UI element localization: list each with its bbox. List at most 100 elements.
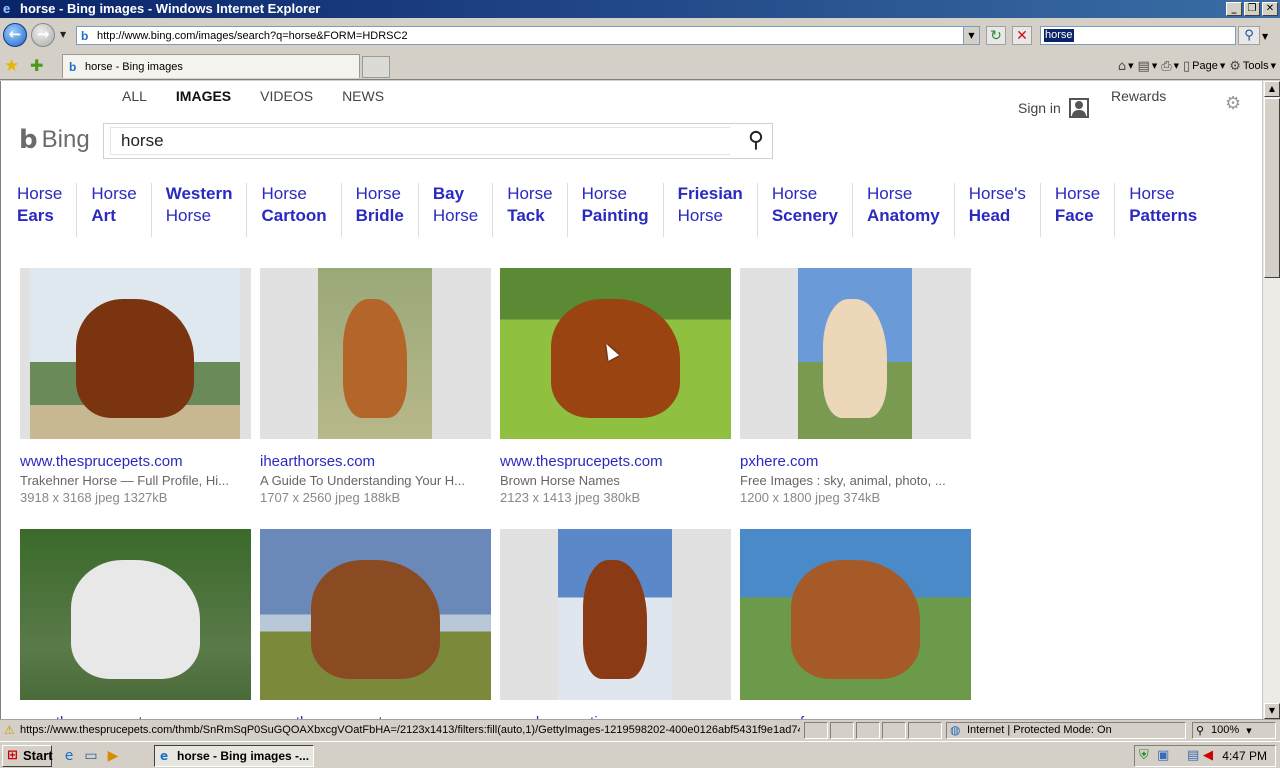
zoom-control[interactable]: ⚲ 100% ▼	[1192, 722, 1276, 739]
related-search-item[interactable]: Horse Art	[77, 183, 152, 237]
image-result-card[interactable]: pxhere.com Free Images : sky, animal, pho…	[740, 268, 971, 505]
scope-news[interactable]: NEWS	[342, 88, 384, 104]
related-search-item[interactable]: Horse Face	[1041, 183, 1116, 237]
result-site-link[interactable]: pxhere.com	[740, 453, 971, 470]
refresh-icon[interactable]: ↻	[986, 26, 1006, 45]
sign-in-link[interactable]: Sign in	[1018, 98, 1089, 118]
image-thumbnail[interactable]	[740, 268, 971, 439]
minimize-button[interactable]: _	[1226, 2, 1242, 16]
related-search-item[interactable]: Horse Anatomy	[853, 183, 955, 237]
tray-security-icon[interactable]: ⛨	[1139, 748, 1149, 763]
bing-logo[interactable]: b Bing	[19, 125, 90, 155]
media-quicklaunch-icon[interactable]: ▶	[104, 747, 122, 765]
result-site-link[interactable]: ihearthorses.com	[260, 453, 491, 470]
related-search-top: Horse	[771, 184, 818, 203]
related-search-top: Horse	[91, 184, 137, 203]
related-search-item[interactable]: Horse's Head	[955, 183, 1041, 237]
tray-display-icon[interactable]: ▤	[1187, 748, 1199, 763]
security-zone[interactable]: ◍ Internet | Protected Mode: On	[946, 722, 1186, 739]
taskbar-item-label: horse - Bing images -...	[177, 749, 310, 763]
rewards-link[interactable]: Rewards	[1111, 88, 1166, 104]
home-button[interactable]: ⌂ ▼	[1118, 59, 1134, 74]
new-tab-button[interactable]	[362, 56, 390, 78]
result-site-link[interactable]: www.thesprucepets.com	[500, 453, 731, 470]
related-search-item[interactable]: Horse Cartoon	[247, 183, 342, 237]
search-box-text[interactable]: horse	[1044, 29, 1074, 42]
related-search-item[interactable]: Bay Horse	[419, 183, 494, 237]
address-bar[interactable]: b ▼	[76, 26, 980, 45]
vertical-scrollbar[interactable]: ▲ ▼	[1262, 81, 1280, 719]
search-icon[interactable]: ⚲	[1238, 26, 1260, 45]
feeds-button[interactable]: ▤ ▼	[1138, 59, 1158, 74]
image-thumbnail[interactable]	[500, 529, 731, 700]
image-thumbnail[interactable]	[740, 529, 971, 700]
tray-network-icon[interactable]: ▣	[1157, 748, 1169, 763]
image-result-card[interactable]: www.thesprucepets.com Brown Horse Names 21…	[500, 268, 731, 505]
scope-all[interactable]: ALL	[122, 88, 147, 104]
zoom-level: 100%	[1211, 724, 1240, 736]
image-result-card[interactable]: www.thesprucepets.com	[260, 529, 491, 719]
status-url: https://www.thesprucepets.com/thmb/SnRmS…	[20, 724, 800, 736]
rss-icon: ▤	[1137, 58, 1150, 74]
back-button[interactable]: ←	[3, 23, 27, 47]
restore-button[interactable]: ❐	[1244, 2, 1260, 16]
related-search-top: Horse	[581, 184, 627, 203]
image-result-card[interactable]: ihearthorses.com A Guide To Understanding…	[260, 268, 491, 505]
address-dropdown[interactable]: ▼	[963, 27, 979, 44]
image-thumbnail[interactable]	[260, 529, 491, 700]
scope-images[interactable]: IMAGES	[176, 88, 231, 104]
image-thumbnail[interactable]	[20, 529, 251, 700]
ie-search-box[interactable]: horse	[1040, 26, 1236, 45]
settings-gear-icon[interactable]: ⚙	[1225, 93, 1241, 114]
print-button[interactable]: ⎙ ▼	[1161, 59, 1179, 74]
address-toolbar: ← → ▼ b ▼ ↻ ✕ horse ⚲ ▼	[0, 18, 1280, 52]
search-icon[interactable]: ⚲	[748, 128, 764, 153]
favorites-star-icon[interactable]: ★	[4, 56, 19, 76]
related-search-bottom: Painting	[581, 206, 649, 225]
taskbar-item-ie[interactable]: e horse - Bing images -...	[154, 745, 314, 767]
desktop-quicklaunch-icon[interactable]: ▭	[82, 747, 100, 765]
tools-menu[interactable]: ⚙ Tools ▼	[1229, 59, 1276, 74]
related-search-item[interactable]: Horse Painting	[568, 183, 664, 237]
scope-videos[interactable]: VIDEOS	[260, 88, 313, 104]
horse-photo	[30, 268, 240, 439]
related-search-item[interactable]: Horse Scenery	[758, 183, 853, 237]
start-button[interactable]: ⊞ Start	[2, 745, 53, 767]
ie-quicklaunch-icon[interactable]: e	[60, 747, 78, 765]
recent-pages-dropdown[interactable]: ▼	[60, 30, 66, 39]
tray-volume-icon[interactable]: ◀	[1203, 748, 1213, 763]
tab-bing-images[interactable]: b horse - Bing images	[62, 54, 360, 78]
bing-favicon-icon: b	[69, 60, 77, 74]
add-favorites-icon[interactable]: ✚	[30, 56, 43, 75]
related-search-item[interactable]: Western Horse	[152, 183, 248, 237]
scroll-down-icon[interactable]: ▼	[1264, 703, 1280, 719]
scroll-up-icon[interactable]: ▲	[1264, 81, 1280, 97]
page-menu-label: Page	[1192, 60, 1218, 72]
forward-button[interactable]: →	[31, 23, 55, 47]
related-search-item[interactable]: Horse Patterns	[1115, 183, 1211, 237]
page-menu[interactable]: ▯ Page ▼	[1183, 59, 1225, 74]
stop-icon[interactable]: ✕	[1012, 26, 1032, 45]
related-search-item[interactable]: Horse Tack	[493, 183, 568, 237]
close-button[interactable]: ✕	[1262, 2, 1278, 16]
result-site-link[interactable]: www.thesprucepets.com	[20, 453, 251, 470]
address-input[interactable]	[97, 28, 957, 43]
command-bar: ⌂ ▼ ▤ ▼ ⎙ ▼ ▯ Page ▼ ⚙ Tools ▼	[1118, 56, 1276, 76]
related-search-top: Horse	[1129, 184, 1175, 203]
search-provider-dropdown[interactable]: ▼	[1262, 32, 1268, 41]
search-input[interactable]	[110, 127, 730, 155]
status-segment	[804, 722, 828, 739]
image-result-card[interactable]: www.horsenation.com	[500, 529, 731, 719]
image-thumbnail[interactable]	[20, 268, 251, 439]
related-search-item[interactable]: Horse Ears	[17, 183, 78, 237]
related-search-bottom: Bridle	[355, 206, 404, 225]
scrollbar-thumb[interactable]	[1264, 98, 1280, 278]
image-result-card[interactable]: www.thesprucepets.com Trakehner Horse — F…	[20, 268, 251, 505]
image-result-card[interactable]: www.usef.org	[740, 529, 971, 719]
status-segment	[908, 722, 942, 739]
image-thumbnail[interactable]	[260, 268, 491, 439]
related-search-item[interactable]: Horse Bridle	[342, 183, 419, 237]
image-result-card[interactable]: www.thesprucepets.com	[20, 529, 251, 719]
related-search-item[interactable]: Friesian Horse	[664, 183, 758, 237]
page-icon: ▯	[1183, 58, 1191, 74]
